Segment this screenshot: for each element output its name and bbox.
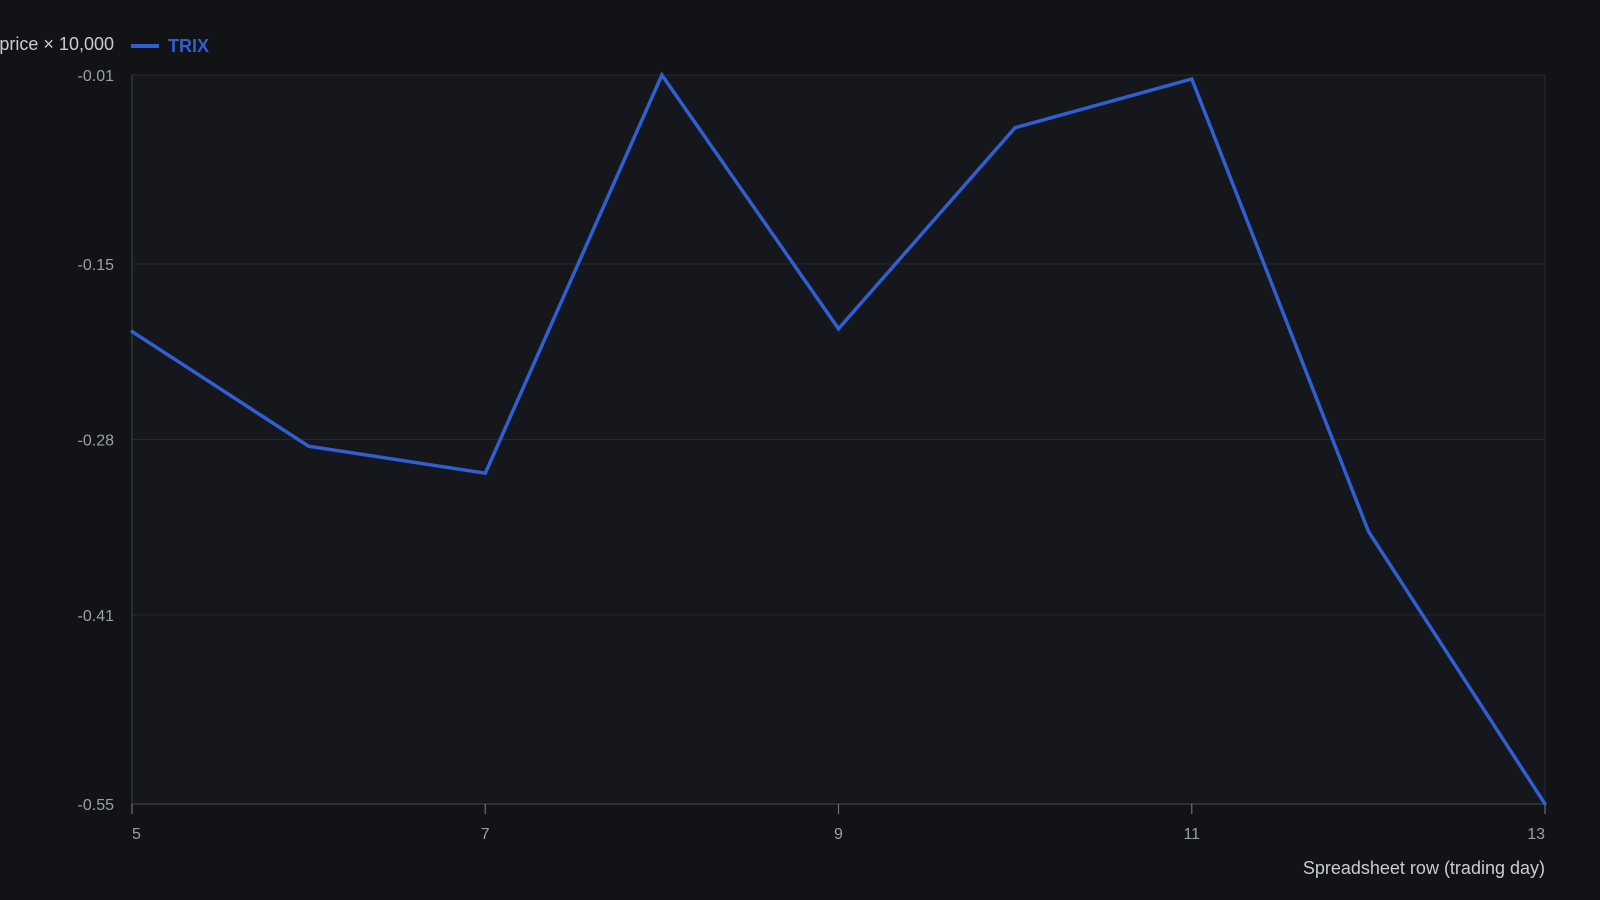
legend: TRIX bbox=[131, 36, 209, 56]
trix-line-chart: -0.01 -0.15 -0.28 -0.41 -0.55 5 7 9 11 13 price … bbox=[0, 34, 1547, 878]
y-axis-ticks: -0.01 -0.15 -0.28 -0.41 -0.55 bbox=[78, 68, 115, 814]
x-tick-label: 13 bbox=[1527, 826, 1545, 843]
data-point bbox=[836, 327, 841, 331]
legend-label-trix: TRIX bbox=[168, 36, 209, 56]
data-point bbox=[1013, 126, 1017, 130]
x-tick-label: 9 bbox=[834, 826, 843, 843]
data-point bbox=[307, 444, 311, 448]
data-point bbox=[660, 73, 664, 77]
y-tick-label: -0.28 bbox=[78, 433, 115, 450]
x-tick-label: 7 bbox=[481, 826, 490, 843]
data-point bbox=[1190, 77, 1194, 81]
data-point bbox=[1543, 802, 1547, 806]
y-tick-label: -0.41 bbox=[78, 608, 115, 625]
data-point bbox=[483, 471, 487, 475]
data-point bbox=[1366, 529, 1370, 533]
x-tick-label: 11 bbox=[1183, 826, 1200, 843]
y-tick-label: -0.55 bbox=[78, 797, 115, 814]
y-tick-label: -0.15 bbox=[78, 257, 115, 274]
data-point bbox=[130, 329, 134, 334]
x-axis-title: Spreadsheet row (trading day) bbox=[1303, 858, 1545, 878]
x-axis-ticks: 5 7 9 11 13 bbox=[131, 804, 1546, 843]
x-tick-label: 5 bbox=[132, 826, 141, 843]
y-axis-title: price × 10,000 bbox=[0, 34, 114, 54]
y-tick-label: -0.01 bbox=[78, 68, 115, 85]
